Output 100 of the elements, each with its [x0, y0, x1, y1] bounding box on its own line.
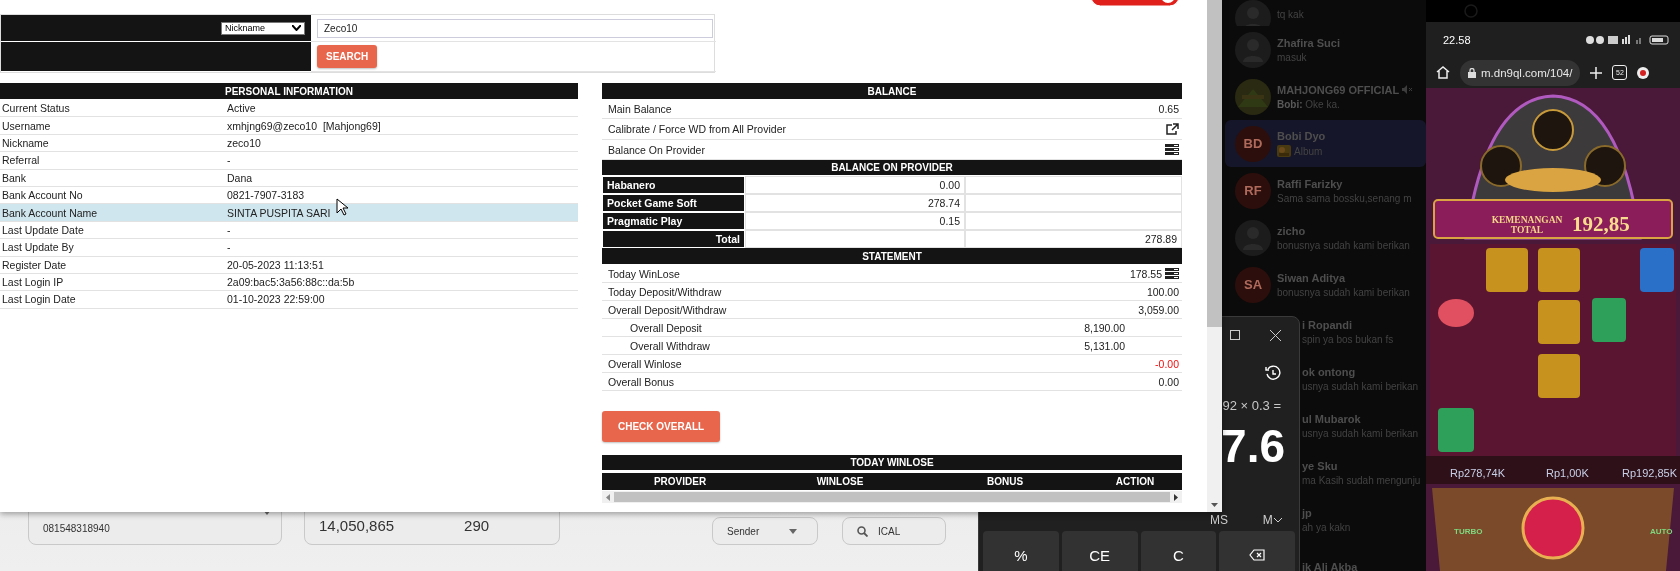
chat-name: ul Mubarok [1302, 412, 1361, 425]
column-header: PROVIDER [652, 475, 708, 489]
row-value: 5,131.00 [1083, 339, 1125, 352]
lock-icon [1468, 67, 1476, 78]
calculator-key[interactable]: CE [1061, 531, 1138, 571]
row-label: Last Login Date [1, 293, 76, 306]
calculator-key[interactable]: C [1140, 531, 1217, 571]
row-value: 8,190.00 [1083, 321, 1125, 334]
calculator-key[interactable]: % [983, 531, 1059, 571]
total-label: Total [602, 230, 745, 248]
row-label: Overall Bonus [607, 375, 674, 388]
plus-icon[interactable] [1590, 66, 1603, 79]
section-header: TODAY WINLOSE [602, 455, 1182, 471]
arrow-right-icon[interactable] [1174, 493, 1178, 501]
row-label: Username [1, 119, 51, 132]
row-label: Overall Winlose [607, 357, 682, 370]
balance-amount: Rp278,74K [1450, 467, 1506, 479]
row-label: Bank Account No [1, 189, 83, 202]
arrow-down-icon[interactable] [1211, 503, 1218, 507]
stat-value: 14,050,865 [319, 517, 395, 534]
caret-icon [789, 528, 798, 534]
search-input[interactable]: Zeco10 [317, 18, 713, 38]
chat-name: ok ontong [1302, 365, 1356, 378]
row-value: 0.00 [1158, 375, 1179, 388]
row-value: 0821-7907-3183 [226, 189, 305, 202]
win-amount: 192,85 [1572, 212, 1630, 236]
backspace-key[interactable] [1219, 531, 1295, 571]
row-label: Last Login IP [1, 276, 64, 289]
chat-name: Siwan Aditya [1277, 271, 1346, 284]
row-value: 2a09:bac5:3a56:88c::da:5b [226, 276, 355, 289]
close-icon[interactable] [1270, 329, 1281, 341]
search-button[interactable]: SEARCH [317, 45, 378, 68]
section-header: PERSONAL INFORMATION [0, 83, 578, 100]
horizontal-scrollbar[interactable] [602, 491, 1182, 503]
row-value: zeco10 [226, 136, 261, 149]
scrollbar-thumb[interactable] [1207, 0, 1222, 327]
row-value: 01-10-2023 22:59:00 [226, 293, 325, 306]
row-value: -0.00 [1155, 357, 1179, 370]
memory-key[interactable]: MS [1192, 513, 1246, 527]
chat-name: ik Ali Akba [1302, 560, 1358, 571]
column-header: ACTION [1114, 475, 1156, 489]
chat-name: Raffi Farizky [1277, 177, 1343, 190]
row-value: - [226, 154, 231, 167]
row-label: Overall Withdraw [629, 339, 710, 352]
calculator-expression: 92 × 0.3 = [1222, 397, 1281, 413]
row-label: Overall Deposit [629, 321, 702, 334]
row-value: Dana [226, 171, 253, 184]
chevron-icon [1273, 517, 1282, 523]
arrow-left-icon[interactable] [606, 493, 610, 501]
row-label: Bank [1, 171, 26, 184]
search-field[interactable]: ICAL [842, 517, 946, 545]
avatar [1235, 219, 1271, 256]
section-header: BALANCE [602, 83, 1182, 100]
row-value: xmhjng69@zeco10 [Mahjong69] [226, 119, 381, 132]
row-value: - [226, 241, 231, 254]
row-label: Register Date [1, 258, 67, 271]
circle-icon [1464, 4, 1478, 18]
share-icon[interactable] [1165, 123, 1179, 135]
row-value: 178.55 [1128, 267, 1162, 280]
section-header: BALANCE ON PROVIDER [602, 160, 1182, 176]
menu-icon[interactable] [1637, 66, 1650, 79]
row-label: Today Deposit/Withdraw [607, 285, 722, 298]
history-icon[interactable] [1265, 365, 1281, 381]
row-label: Balance On Provider [607, 143, 705, 156]
sender-select[interactable]: Sender [712, 517, 818, 545]
row-value: 0.65 [1157, 103, 1179, 115]
list-icon [1165, 268, 1179, 279]
check-overall-button[interactable]: CHECK OVERALL [602, 411, 721, 442]
row-value: 20-05-2023 11:13:51 [226, 258, 324, 271]
row-label: Referral [1, 154, 40, 167]
row-value: 100.00 [1146, 285, 1179, 298]
row-value: Active [226, 102, 256, 115]
section-header: STATEMENT [602, 248, 1182, 265]
row-value: - [226, 223, 231, 236]
avatar [1235, 0, 1271, 26]
row-label: Nickname [1, 136, 49, 149]
game-button-label: AUTO [1650, 527, 1673, 536]
chat-item[interactable]: ik Ali Akba [1300, 543, 1426, 571]
row-value: SINTA PUSPITA SARI [226, 206, 331, 219]
game-button-label: TURBO [1454, 527, 1483, 536]
provider-name: Pocket Game Soft [602, 194, 745, 212]
chat-name: Bobi Dyo [1277, 130, 1326, 142]
win-label: KEMENANGAN TOTAL [1490, 216, 1564, 236]
search-type-select[interactable]: Nickname [221, 21, 305, 35]
chat-name: Zhafira Suci [1277, 36, 1340, 49]
row-label: Overall Deposit/Withdraw [607, 303, 727, 316]
vertical-scrollbar[interactable] [1207, 0, 1222, 512]
memory-key[interactable]: M [1245, 513, 1299, 527]
provider-amount: 0.00 [745, 176, 965, 194]
chat-name: jp [1302, 506, 1312, 519]
chevron-icon [292, 25, 301, 31]
row-label: Current Status [1, 102, 70, 115]
chat-name: ye Sku [1302, 459, 1338, 472]
row-label: Last Update Date [1, 223, 84, 236]
home-icon[interactable] [1436, 66, 1450, 79]
maximize-icon[interactable] [1230, 330, 1240, 340]
scrollbar-thumb[interactable] [614, 492, 1170, 502]
search-icon [857, 525, 868, 537]
total-amount: 278.89 [965, 230, 1182, 248]
address-bar[interactable]: m.dn9ql.com/104/ [1460, 59, 1581, 86]
